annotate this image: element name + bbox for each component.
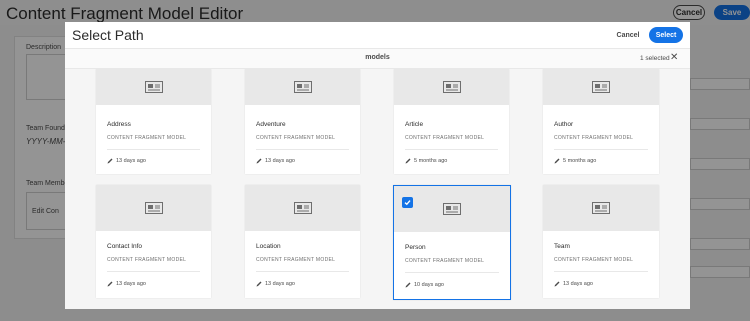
card-team[interactable]: Team CONTENT FRAGMENT MODEL 13 days ago	[543, 185, 659, 298]
card-name: Author	[554, 121, 574, 128]
card-type: CONTENT FRAGMENT MODEL	[554, 257, 634, 263]
selection-count: 1 selected	[640, 55, 670, 62]
card-thumbnail	[245, 69, 360, 105]
card-thumbnail	[96, 69, 211, 105]
content-fragment-model-icon	[592, 202, 610, 214]
dialog-header: Select Path Cancel Select	[65, 22, 690, 48]
pencil-icon	[256, 281, 262, 287]
content-fragment-model-icon	[592, 81, 610, 93]
card-divider	[405, 272, 499, 273]
content-fragment-model-icon	[293, 81, 312, 93]
card-modified: 13 days ago	[554, 281, 593, 287]
pencil-icon	[554, 281, 560, 287]
card-checkbox[interactable]	[402, 197, 413, 208]
content-fragment-model-icon	[144, 202, 163, 214]
card-name: Person	[405, 244, 426, 251]
card-type: CONTENT FRAGMENT MODEL	[107, 135, 187, 141]
card-modified: 13 days ago	[256, 158, 295, 164]
pencil-icon	[554, 158, 560, 164]
dialog-title: Select Path	[72, 27, 144, 43]
card-modified-text: 13 days ago	[563, 281, 593, 287]
card-author[interactable]: Author CONTENT FRAGMENT MODEL 5 months a…	[543, 69, 659, 174]
card-modified: 10 days ago	[405, 282, 444, 288]
card-name: Adventure	[256, 121, 286, 128]
card-modified: 13 days ago	[107, 281, 146, 287]
card-divider	[405, 149, 498, 150]
card-modified: 13 days ago	[256, 281, 295, 287]
card-name: Article	[405, 121, 424, 128]
card-person[interactable]: Person CONTENT FRAGMENT MODEL 10 days ag…	[393, 185, 511, 300]
card-name: Team	[554, 243, 570, 250]
current-folder: models	[365, 54, 390, 61]
card-article[interactable]: Article CONTENT FRAGMENT MODEL 5 months …	[394, 69, 509, 174]
dialog-select-button[interactable]: Select	[649, 27, 683, 43]
card-divider	[107, 271, 200, 272]
content-fragment-model-icon	[293, 202, 312, 214]
card-type: CONTENT FRAGMENT MODEL	[554, 135, 634, 141]
card-divider	[554, 149, 648, 150]
content-fragment-model-icon	[443, 203, 461, 215]
card-thumbnail	[543, 69, 659, 105]
card-name: Address	[107, 121, 131, 128]
dialog-toolbar: models 1 selected ✕	[65, 48, 690, 69]
pencil-icon	[256, 158, 262, 164]
card-modified-text: 13 days ago	[116, 281, 146, 287]
card-modified-text: 13 days ago	[265, 158, 295, 164]
card-thumbnail	[394, 69, 509, 105]
card-modified-text: 10 days ago	[414, 282, 444, 288]
card-contact-info[interactable]: Contact Info CONTENT FRAGMENT MODEL 13 d…	[96, 185, 211, 298]
pencil-icon	[107, 158, 113, 164]
card-adventure[interactable]: Adventure CONTENT FRAGMENT MODEL 13 days…	[245, 69, 360, 174]
card-modified-text: 5 months ago	[563, 158, 597, 164]
card-type: CONTENT FRAGMENT MODEL	[405, 258, 485, 264]
card-name: Location	[256, 243, 281, 250]
card-divider	[107, 149, 200, 150]
content-fragment-model-icon	[144, 81, 163, 93]
card-modified: 5 months ago	[405, 158, 447, 164]
card-thumbnail	[394, 186, 510, 232]
dialog-cancel-button[interactable]: Cancel	[610, 27, 646, 43]
content-fragment-model-icon	[442, 81, 461, 93]
card-divider	[256, 271, 349, 272]
card-thumbnail	[543, 185, 659, 231]
card-thumbnail	[245, 185, 360, 231]
card-divider	[256, 149, 349, 150]
card-modified-text: 5 months ago	[414, 158, 448, 164]
card-type: CONTENT FRAGMENT MODEL	[256, 257, 336, 263]
select-path-dialog: Select Path Cancel Select models 1 selec…	[65, 22, 690, 309]
card-address[interactable]: Address CONTENT FRAGMENT MODEL 13 days a…	[96, 69, 211, 174]
card-modified: 5 months ago	[554, 158, 596, 164]
close-icon[interactable]: ✕	[670, 52, 678, 64]
pencil-icon	[107, 281, 113, 287]
card-modified-text: 13 days ago	[265, 281, 295, 287]
card-type: CONTENT FRAGMENT MODEL	[256, 135, 336, 141]
card-modified-text: 13 days ago	[116, 158, 146, 164]
card-location[interactable]: Location CONTENT FRAGMENT MODEL 13 days …	[245, 185, 360, 298]
card-thumbnail	[96, 185, 211, 231]
card-divider	[554, 271, 648, 272]
card-type: CONTENT FRAGMENT MODEL	[405, 135, 485, 141]
pencil-icon	[405, 158, 411, 164]
card-grid[interactable]: Address CONTENT FRAGMENT MODEL 13 days a…	[65, 69, 690, 309]
card-name: Contact Info	[107, 243, 143, 250]
checkmark-icon	[404, 200, 411, 206]
pencil-icon	[405, 282, 411, 288]
card-modified: 13 days ago	[107, 158, 146, 164]
card-type: CONTENT FRAGMENT MODEL	[107, 257, 187, 263]
